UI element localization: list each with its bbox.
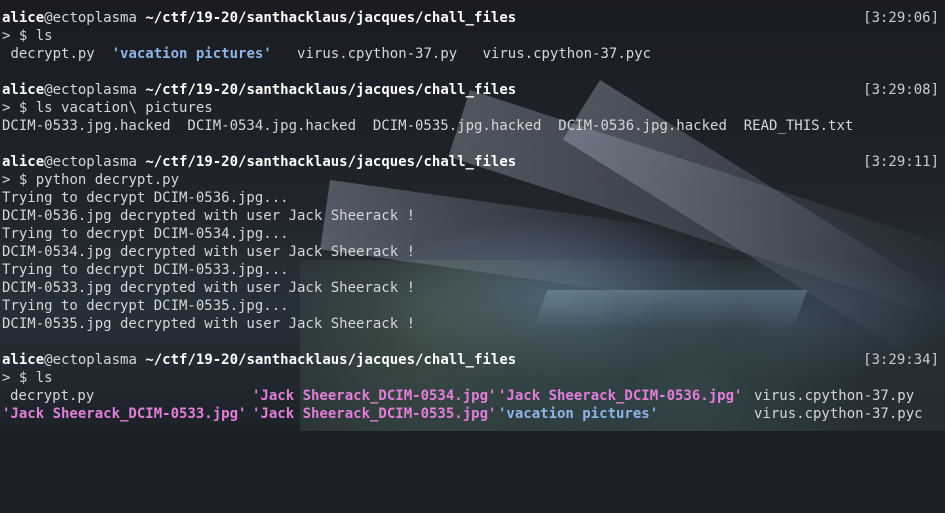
ls-entry-dir: 'vacation pictures' [111, 46, 272, 62]
output-line: DCIM-0534.jpg decrypted with user Jack S… [2, 244, 416, 260]
prompt-path: ~/ctf/19-20/santhacklaus/jacques/chall_f… [145, 352, 517, 368]
prompt-line: alice@ectoplasma ~/ctf/19-20/santhacklau… [2, 351, 945, 369]
prompt-user: alice [2, 82, 45, 98]
prompt-path: ~/ctf/19-20/santhacklaus/jacques/chall_f… [145, 82, 517, 98]
prompt-symbol: > $ [2, 28, 28, 44]
prompt-user: alice [2, 10, 45, 26]
prompt-line: alice@ectoplasma ~/ctf/19-20/santhacklau… [2, 9, 945, 27]
ls-entry-file: virus.cpython-37.pyc [754, 406, 923, 422]
command-line: > $ ls [2, 27, 945, 45]
command-text: ls [35, 370, 53, 386]
ls-output-row: decrypt.py 'Jack Sheerack_DCIM-0534.jpg'… [2, 387, 945, 405]
ls-entry-image: 'Jack Sheerack_DCIM-0536.jpg' [498, 388, 743, 404]
prompt-user: alice [2, 154, 45, 170]
output-line: Trying to decrypt DCIM-0534.jpg... [2, 226, 289, 242]
ls-entry-image: 'Jack Sheerack_DCIM-0535.jpg' [252, 406, 497, 422]
ls-entry-file: virus.cpython-37.py [297, 46, 458, 62]
ls-entry-file: virus.cpython-37.pyc [482, 46, 652, 62]
ls-entry-image: 'Jack Sheerack_DCIM-0534.jpg' [252, 388, 497, 404]
prompt-timestamp: [3:29:11] [863, 154, 939, 170]
ls-entry-file: decrypt.py [10, 46, 95, 62]
ls-entry-file: virus.cpython-37.py [754, 388, 915, 404]
command-line: > $ ls vacation\ pictures [2, 99, 945, 117]
prompt-host: @ectoplasma [44, 352, 137, 368]
prompt-timestamp: [3:29:34] [863, 352, 939, 368]
command-text: python decrypt.py [35, 172, 180, 188]
prompt-symbol: > $ [2, 370, 28, 386]
ls-entry-file: decrypt.py [10, 388, 95, 404]
prompt-timestamp: [3:29:06] [863, 10, 939, 26]
prompt-symbol: > $ [2, 172, 28, 188]
ls-output-row: decrypt.py 'vacation pictures' virus.cpy… [2, 45, 945, 63]
command-text: ls [35, 28, 53, 44]
output-line: DCIM-0535.jpg decrypted with user Jack S… [2, 316, 416, 332]
prompt-host: @ectoplasma [44, 10, 137, 26]
prompt-line: alice@ectoplasma ~/ctf/19-20/santhacklau… [2, 153, 945, 171]
output-line: Trying to decrypt DCIM-0536.jpg... [2, 190, 289, 206]
prompt-line: alice@ectoplasma ~/ctf/19-20/santhacklau… [2, 81, 945, 99]
ls-entry-image: 'Jack Sheerack_DCIM-0533.jpg' [2, 406, 247, 422]
prompt-path: ~/ctf/19-20/santhacklaus/jacques/chall_f… [145, 154, 517, 170]
command-line: > $ python decrypt.py [2, 171, 945, 189]
output-line: DCIM-0536.jpg decrypted with user Jack S… [2, 208, 416, 224]
terminal-window[interactable]: alice@ectoplasma ~/ctf/19-20/santhacklau… [0, 0, 945, 431]
command-text: ls vacation\ pictures [35, 100, 213, 116]
command-line: > $ ls [2, 369, 945, 387]
prompt-symbol: > $ [2, 100, 28, 116]
output-line: DCIM-0533.jpg.hacked DCIM-0534.jpg.hacke… [2, 118, 854, 134]
ls-entry-dir: 'vacation pictures' [498, 406, 659, 422]
prompt-host: @ectoplasma [44, 82, 137, 98]
output-line: Trying to decrypt DCIM-0533.jpg... [2, 262, 289, 278]
output-line: DCIM-0533.jpg decrypted with user Jack S… [2, 280, 416, 296]
prompt-user: alice [2, 352, 45, 368]
prompt-host: @ectoplasma [44, 154, 137, 170]
output-line: Trying to decrypt DCIM-0535.jpg... [2, 298, 289, 314]
prompt-path: ~/ctf/19-20/santhacklaus/jacques/chall_f… [145, 10, 517, 26]
ls-output-row: 'Jack Sheerack_DCIM-0533.jpg' 'Jack Shee… [2, 405, 945, 423]
prompt-timestamp: [3:29:08] [863, 82, 939, 98]
